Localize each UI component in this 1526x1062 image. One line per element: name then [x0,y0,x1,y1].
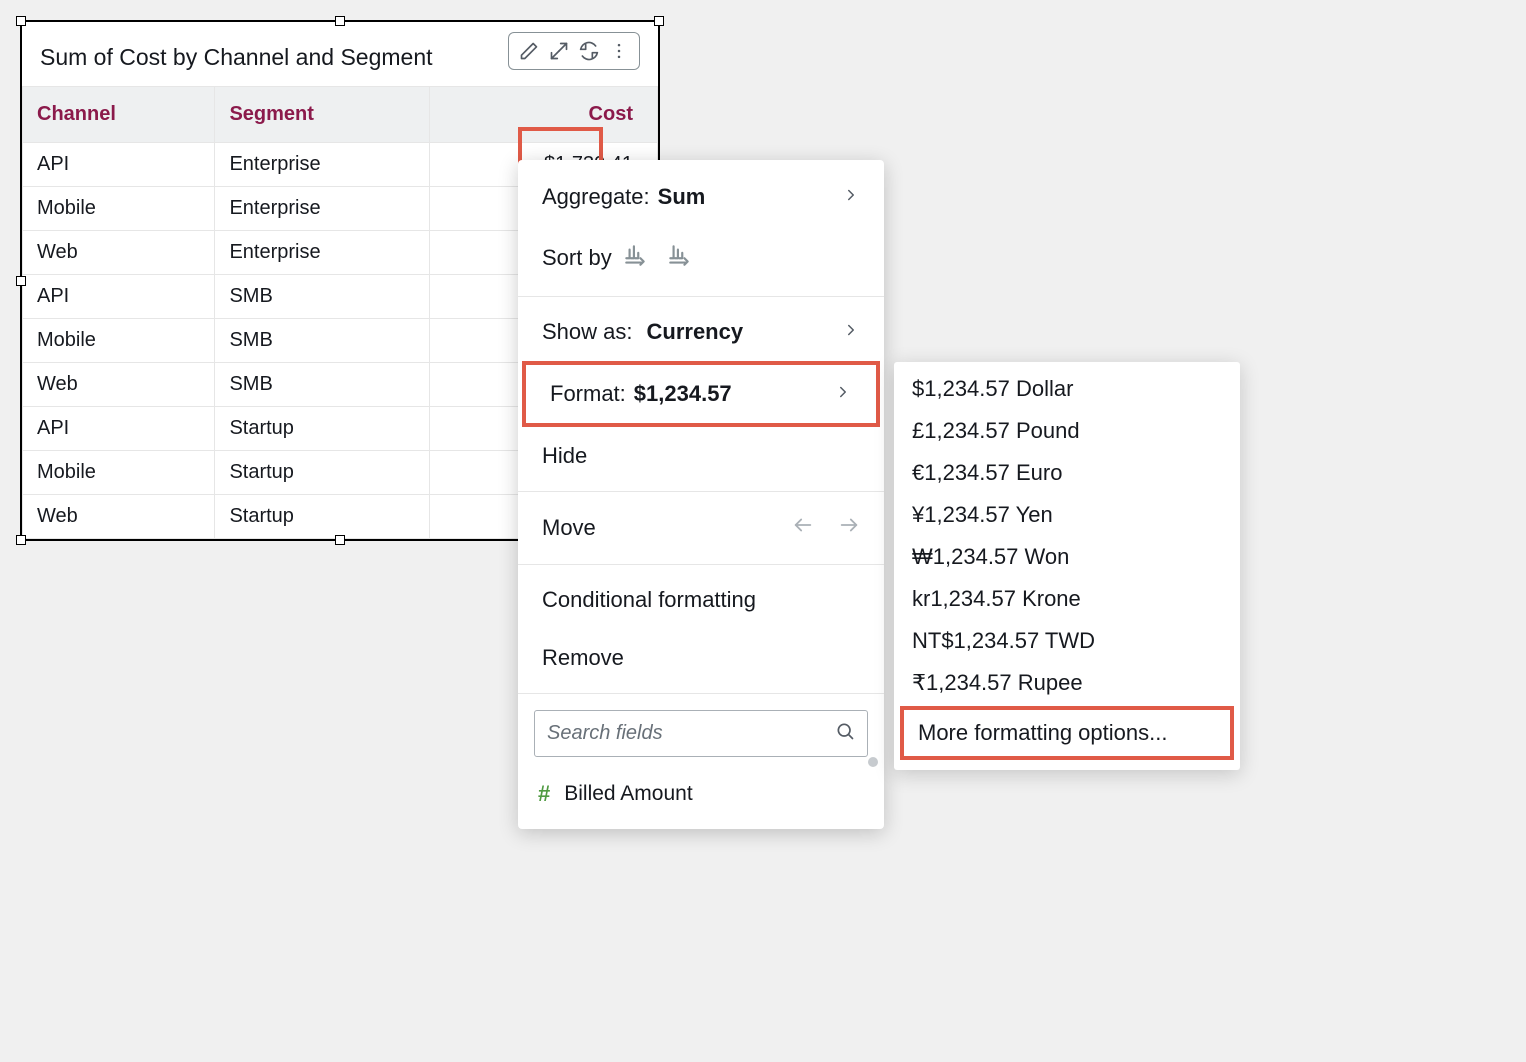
submenu-currency-option[interactable]: £1,234.57 Pound [894,410,1240,452]
resize-handle[interactable] [335,16,345,26]
submenu-currency-option[interactable]: NT$1,234.57 TWD [894,620,1240,662]
column-header-channel[interactable]: Channel [23,87,215,143]
chevron-right-icon [842,319,860,345]
more-options-icon[interactable] [605,37,633,65]
number-type-icon: # [538,781,550,807]
menu-format-label: Format: [550,381,626,407]
resize-handle[interactable] [16,276,26,286]
menu-show-as[interactable]: Show as: Currency [518,303,884,361]
visual-toolbar [508,32,640,70]
menu-move[interactable]: Move [518,498,884,558]
cell-segment: Startup [215,451,429,495]
maximize-icon[interactable] [545,37,573,65]
submenu-more-label: More formatting options... [918,720,1167,745]
menu-divider [518,491,884,492]
cell-segment: SMB [215,363,429,407]
submenu-more-formatting[interactable]: More formatting options... [900,706,1234,760]
cell-channel: Web [23,231,215,275]
search-fields-input[interactable] [534,710,868,757]
cell-channel: Mobile [23,319,215,363]
menu-conditional-formatting[interactable]: Conditional formatting [518,571,884,629]
cell-segment: Enterprise [215,187,429,231]
menu-hide-label: Hide [542,443,587,469]
menu-divider [518,693,884,694]
chevron-right-icon [834,381,852,407]
cell-channel: API [23,275,215,319]
submenu-currency-option[interactable]: €1,234.57 Euro [894,452,1240,494]
menu-remove[interactable]: Remove [518,629,884,687]
resize-handle[interactable] [335,535,345,545]
field-item-label: Billed Amount [564,782,692,806]
menu-aggregate-value: Sum [658,184,706,210]
submenu-currency-option[interactable]: ¥1,234.57 Yen [894,494,1240,536]
cell-channel: API [23,143,215,187]
resize-handle[interactable] [654,16,664,26]
menu-format-value: $1,234.57 [634,381,732,407]
search-fields-text[interactable] [547,722,835,745]
sort-desc-icon[interactable] [666,242,692,274]
cell-segment: SMB [215,319,429,363]
cell-segment: SMB [215,275,429,319]
menu-move-label: Move [542,515,596,541]
menu-format[interactable]: Format: $1,234.57 [522,361,880,427]
menu-conditional-label: Conditional formatting [542,587,756,613]
menu-sortby-label: Sort by [542,245,612,271]
menu-aggregate[interactable]: Aggregate: Sum [518,168,884,226]
search-icon [835,721,855,746]
cell-channel: Mobile [23,187,215,231]
menu-sortby[interactable]: Sort by [518,226,884,290]
cell-segment: Startup [215,407,429,451]
cell-channel: Web [23,495,215,539]
cell-segment: Enterprise [215,231,429,275]
menu-show-as-label: Show as: [542,319,633,345]
menu-remove-label: Remove [542,645,624,671]
submenu-currency-option[interactable]: $1,234.57 Dollar [894,368,1240,410]
sort-asc-icon[interactable] [622,242,648,274]
chevron-right-icon [842,184,860,210]
column-context-menu: Aggregate: Sum Sort by Show as: Currency [518,160,884,829]
cell-channel: Web [23,363,215,407]
resize-handle[interactable] [16,535,26,545]
scrollbar-thumb[interactable] [868,757,878,767]
cell-channel: API [23,407,215,451]
cell-segment: Enterprise [215,143,429,187]
cell-segment: Startup [215,495,429,539]
format-submenu: $1,234.57 Dollar£1,234.57 Pound€1,234.57… [894,362,1240,770]
column-header-segment[interactable]: Segment [215,87,429,143]
refresh-icon[interactable] [575,37,603,65]
menu-aggregate-label: Aggregate: [542,184,650,210]
menu-show-as-value: Currency [647,319,744,345]
move-right-icon[interactable] [838,514,860,542]
submenu-currency-option[interactable]: ₩1,234.57 Won [894,536,1240,578]
resize-handle[interactable] [16,16,26,26]
edit-icon[interactable] [515,37,543,65]
menu-divider [518,564,884,565]
submenu-currency-option[interactable]: ₹1,234.57 Rupee [894,662,1240,704]
cell-channel: Mobile [23,451,215,495]
menu-hide[interactable]: Hide [518,427,884,485]
field-item[interactable]: # Billed Amount [518,767,884,821]
visual-title: Sum of Cost by Channel and Segment [40,44,433,71]
menu-divider [518,296,884,297]
move-left-icon[interactable] [792,514,814,542]
column-header-cost[interactable]: Cost [429,87,657,143]
submenu-currency-option[interactable]: kr1,234.57 Krone [894,578,1240,620]
